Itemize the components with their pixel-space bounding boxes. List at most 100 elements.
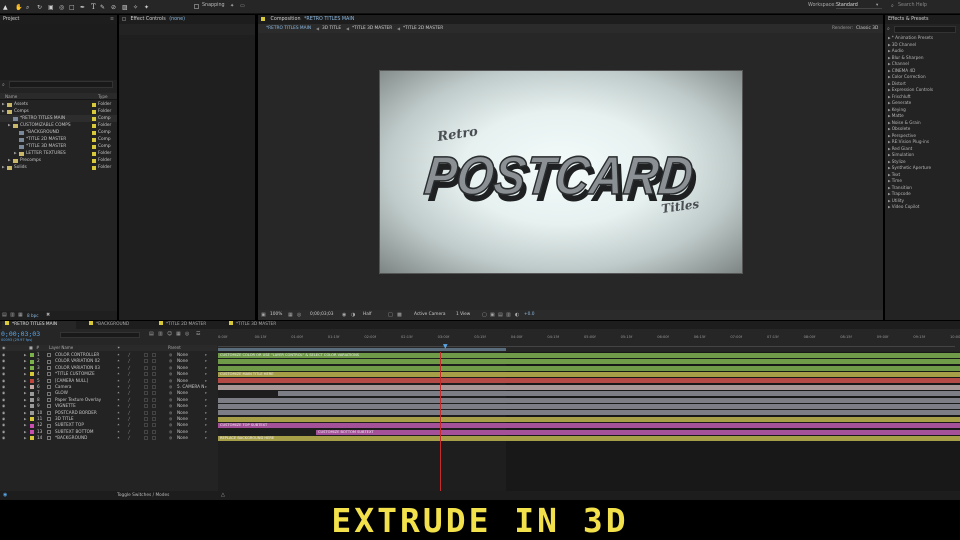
project-item[interactable]: ▶ Solids Folder (0, 164, 117, 171)
3d-layer-switch-box[interactable] (152, 378, 156, 383)
effects-switch-box[interactable] (144, 423, 148, 428)
3d-layer-switch-box[interactable] (152, 359, 156, 364)
visibility-eye-icon[interactable]: ◉ (2, 435, 5, 441)
timeline-search-input[interactable] (60, 332, 140, 338)
project-item[interactable]: ▶ Precomps Folder (0, 157, 117, 164)
layer-duration-bar[interactable] (218, 365, 960, 371)
clone-stamp-tool-icon[interactable]: ⊘ (111, 4, 116, 11)
toggle-pixel-icon[interactable]: ▢ (482, 310, 487, 320)
3d-layer-switch-box[interactable] (152, 391, 156, 396)
timeline-tab[interactable]: *RETRO TITLES MAIN (2, 321, 76, 329)
pen-tool-icon[interactable]: ✒ (80, 4, 85, 11)
expand-triangle-icon[interactable]: ▶ (888, 36, 891, 40)
flow-item-1[interactable]: *RETRO TITLES MAIN (266, 24, 311, 33)
label-color-swatch[interactable] (92, 158, 96, 163)
3d-layer-switch-box[interactable] (152, 423, 156, 428)
layer-duration-bar[interactable] (218, 384, 960, 390)
type-tool-icon[interactable]: T (91, 3, 96, 11)
layer-duration-bar[interactable] (218, 378, 960, 384)
timeline-tab[interactable]: *TITLE 3D MASTER (226, 321, 286, 329)
layer-label-swatch[interactable] (30, 359, 34, 364)
3d-layer-switch-box[interactable] (152, 404, 156, 409)
camera-tool-icon[interactable]: ▣ (48, 4, 54, 11)
expand-triangle-icon[interactable]: ▶ (888, 186, 891, 190)
effects-switch-box[interactable] (144, 385, 148, 389)
fast-preview-icon[interactable]: ▣ (490, 310, 495, 320)
quality-switch-icon[interactable]: ╱ (128, 435, 130, 441)
expand-triangle-icon[interactable]: ▶ (888, 199, 891, 203)
3d-layer-switch-box[interactable] (152, 353, 156, 357)
layer-label-swatch[interactable] (30, 372, 34, 377)
3d-layer-switch-box[interactable] (152, 417, 156, 421)
project-item[interactable]: ▶ CUSTOMIZABLE COMPS Folder (0, 122, 117, 129)
grid-icon[interactable]: ▦ (288, 310, 293, 320)
layer-duration-bar[interactable] (278, 391, 960, 397)
expand-triangle-icon[interactable]: ▶ (888, 153, 891, 157)
pick-whip-icon[interactable]: ◎ (169, 435, 172, 441)
effects-switch-box[interactable] (144, 397, 148, 402)
expand-triangle-icon[interactable]: ▶ (888, 69, 891, 73)
layer-duration-bar[interactable] (218, 410, 960, 416)
label-color-swatch[interactable] (92, 116, 96, 121)
layer-duration-bar[interactable] (218, 416, 960, 422)
roto-brush-tool-icon[interactable]: ✧ (133, 4, 138, 11)
new-folder-icon[interactable]: ▥ (10, 312, 15, 318)
expand-triangle-icon[interactable]: ▶ (888, 134, 891, 138)
project-tab[interactable]: Project ≡ (0, 15, 117, 24)
hand-tool-icon[interactable]: ✋ (15, 4, 22, 11)
effects-category[interactable]: ▶Video Copilot (885, 204, 960, 211)
effects-switch-box[interactable] (144, 404, 148, 409)
flow-item-3[interactable]: *TITLE 3D MASTER (352, 24, 392, 33)
layer-label-swatch[interactable] (30, 353, 34, 358)
expand-triangle-icon[interactable]: ▶ (888, 160, 891, 164)
expand-triangle-icon[interactable]: ▶ (888, 140, 891, 144)
expand-triangle-icon[interactable]: ▶ (888, 88, 891, 92)
effects-switch-box[interactable] (144, 410, 148, 415)
3d-layer-switch-box[interactable] (152, 436, 156, 441)
label-color-swatch[interactable] (92, 102, 96, 107)
comp-lock-icon[interactable] (261, 16, 265, 21)
project-item[interactable]: ▶ LETTER TEXTURES Folder (0, 150, 117, 157)
timeline-ruler[interactable]: 0:00f 00:15f 01:00f 01:15f 02:00f 02:15f 03:00… (218, 333, 960, 347)
interpret-footage-icon[interactable]: ▤ (2, 312, 7, 318)
eraser-tool-icon[interactable]: ▨ (122, 4, 128, 11)
effects-switch-box[interactable] (144, 429, 148, 434)
expand-triangle-icon[interactable]: ▶ (888, 62, 891, 66)
effects-switch-box[interactable] (144, 365, 148, 370)
region-icon[interactable]: □ (388, 310, 393, 320)
project-search-input[interactable] (9, 81, 113, 88)
effects-switch-box[interactable] (144, 378, 148, 383)
rectangle-tool-icon[interactable]: □ (69, 4, 75, 11)
expand-triangle-icon[interactable]: ▶ (888, 101, 891, 105)
effects-switch-box[interactable] (144, 436, 148, 441)
current-time-indicator-line[interactable] (440, 352, 441, 492)
draft-3d-icon[interactable]: ▥ (158, 331, 163, 337)
project-item[interactable]: *BACKGROUND Comp (0, 129, 117, 136)
lock-icon[interactable] (122, 16, 126, 21)
transparency-icon[interactable]: ▩ (397, 310, 402, 320)
timeline-timecode[interactable]: 0;00;03;03 (1, 330, 40, 338)
rotate-tool-icon[interactable]: ↻ (37, 4, 42, 11)
expand-triangle-icon[interactable]: ▶ (888, 108, 891, 112)
flow-item-2[interactable]: 3D TITLE (322, 24, 341, 33)
current-time-indicator-head[interactable]: ▼ (443, 343, 448, 350)
layer-label-swatch[interactable] (30, 404, 34, 409)
expand-triangle-icon[interactable]: ▶ (888, 121, 891, 125)
label-color-swatch[interactable] (92, 165, 96, 170)
zoom-dropdown[interactable]: 100% (270, 310, 282, 320)
layer-label-swatch[interactable] (30, 385, 34, 390)
label-color-swatch[interactable] (92, 130, 96, 135)
expand-triangle-icon[interactable]: ▶ (888, 49, 891, 53)
layer-duration-bar[interactable]: CUSTOMIZE MAIN TITLE HERE (218, 372, 960, 377)
active-camera-dropdown[interactable]: Active Camera (414, 310, 446, 320)
expand-triangle-icon[interactable]: ▶ (888, 127, 891, 131)
current-time-display[interactable]: 0;00;03;03 (310, 310, 333, 320)
column-name-header[interactable]: Name (5, 93, 17, 100)
expand-triangle-icon[interactable]: ▶ (888, 95, 891, 99)
disclosure-triangle-icon[interactable]: ▶ (8, 122, 11, 129)
frame-blending-icon[interactable]: ▦ (176, 331, 181, 337)
comp-viewer[interactable]: Retro POSTCARD POSTCARD Titles (258, 33, 883, 310)
label-color-swatch[interactable] (92, 151, 96, 156)
layer-name-header[interactable]: Layer Name (49, 345, 73, 351)
expand-triangle-icon[interactable]: ▶ (888, 173, 891, 177)
